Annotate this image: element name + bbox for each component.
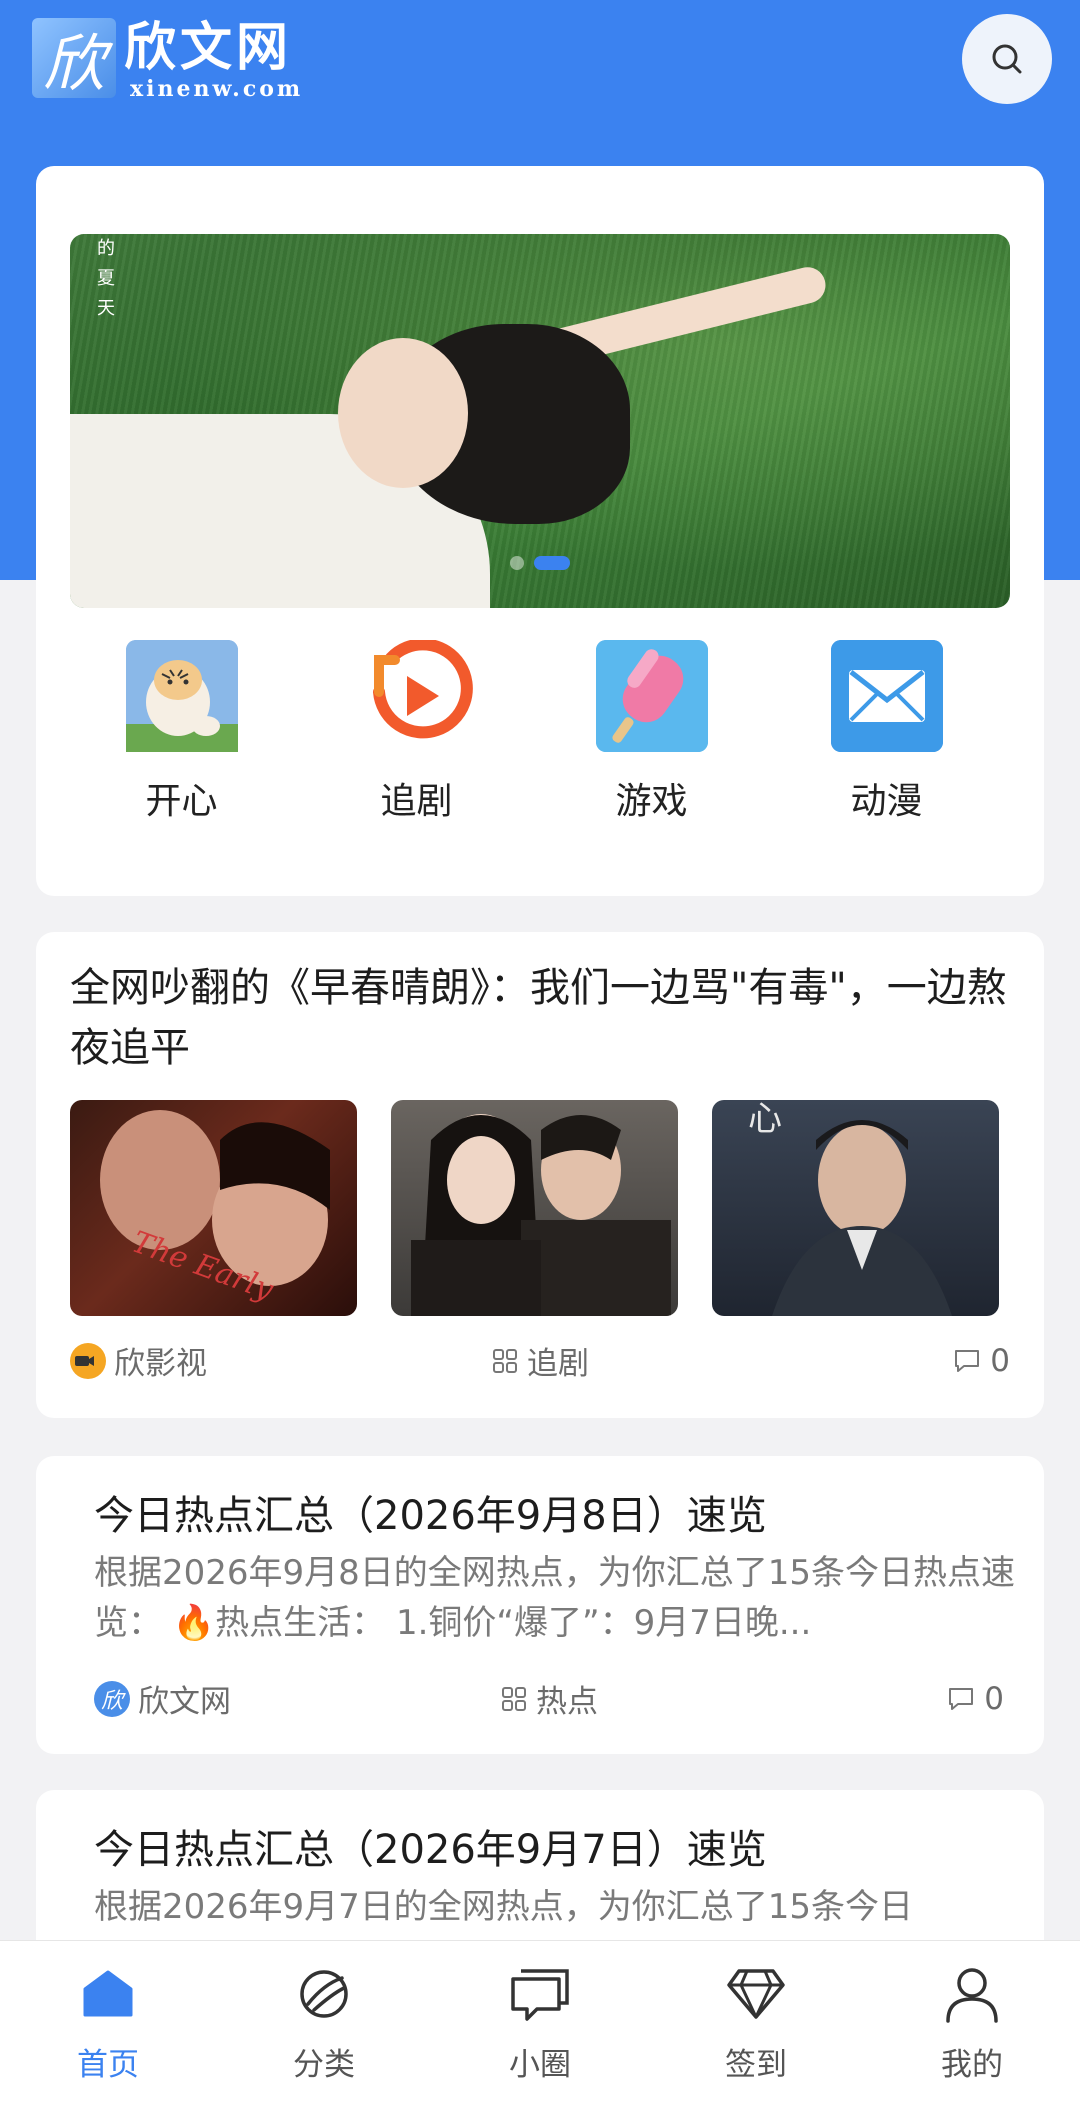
logo-title: 欣文网 <box>124 17 293 78</box>
chat-icon <box>509 1963 571 2025</box>
comment-icon <box>949 1687 974 1710</box>
article-meta: 欣影视 追剧 0 <box>70 1338 1010 1383</box>
thumbnail-image[interactable] <box>391 1100 678 1316</box>
nav-profile[interactable]: 我的 <box>864 1941 1080 2112</box>
grid-icon <box>492 1348 517 1373</box>
news-title[interactable]: 今日热点汇总（2026年9月7日）速览 <box>94 1822 1014 1878</box>
quick-link-anime[interactable]: 动漫 <box>769 640 1004 824</box>
logo-domain: xinenw.com <box>130 76 304 102</box>
nav-circle[interactable]: 小圈 <box>432 1941 648 2112</box>
nav-category[interactable]: 分类 <box>216 1941 432 2112</box>
nav-checkin[interactable]: 签到 <box>648 1941 864 2112</box>
quick-links: 开心 追剧 游戏 动漫 <box>36 640 1044 824</box>
article-source[interactable]: 欣影视 <box>70 1338 383 1383</box>
site-logo-icon: 欣 <box>94 1680 130 1717</box>
nav-home[interactable]: 首页 <box>0 1941 216 2112</box>
user-icon <box>941 1963 1003 2025</box>
app-header: 欣 欣文网 xinenw.com <box>0 0 1080 150</box>
article-card[interactable]: 全网吵翻的《早春晴朗》：我们一边骂"有毒"，一边熬夜追平 The Early 心… <box>36 932 1044 1418</box>
carousel-dot[interactable] <box>510 556 524 570</box>
tiger-icon <box>125 640 238 752</box>
news-meta: 欣 欣文网 热点 0 <box>94 1676 1004 1721</box>
svg-text:心: 心 <box>748 1100 782 1139</box>
banner-carousel[interactable]: 的 夏 天 <box>70 234 1010 608</box>
site-logo[interactable]: 欣 欣文网 xinenw.com <box>32 18 303 100</box>
home-icon <box>77 1963 139 2025</box>
quick-link-happy[interactable]: 开心 <box>64 640 299 824</box>
news-summary: 根据2026年9月8日的全网热点，为你汇总了15条今日热点速览： 🔥热点生活： … <box>94 1553 1016 1643</box>
news-card[interactable]: 今日热点汇总（2026年9月8日）速览 根据2026年9月8日的全网热点，为你汇… <box>36 1456 1044 1754</box>
carousel-dot-active[interactable] <box>534 556 570 570</box>
search-icon <box>992 44 1022 74</box>
thumbnail-image[interactable]: The Early <box>70 1100 357 1316</box>
bottom-navigation: 首页 分类 小圈 签到 我的 <box>0 1940 1080 2112</box>
article-category[interactable]: 追剧 <box>383 1338 696 1383</box>
news-title[interactable]: 今日热点汇总（2026年9月8日）速览 <box>94 1488 1014 1544</box>
logo-mark: 欣 <box>32 18 116 100</box>
quick-link-drama[interactable]: 追剧 <box>299 640 534 824</box>
search-button[interactable] <box>962 14 1052 104</box>
thumbnail-image[interactable]: 心 <box>712 1100 999 1316</box>
article-thumbnails: The Early 心 <box>70 1100 999 1316</box>
diamond-icon <box>725 1963 787 2025</box>
news-comments[interactable]: 0 <box>701 1681 1004 1717</box>
comment-icon <box>955 1349 980 1372</box>
carousel-indicator <box>70 556 1010 570</box>
banner-vertical-text: 的 夏 天 <box>97 238 115 319</box>
mail-icon <box>830 640 943 752</box>
camera-icon <box>70 1342 106 1379</box>
grid-icon <box>501 1686 526 1711</box>
article-comments[interactable]: 0 <box>697 1343 1010 1379</box>
play-icon <box>361 640 473 752</box>
planet-icon <box>293 1963 355 2025</box>
news-source[interactable]: 欣 欣文网 <box>94 1676 397 1721</box>
article-title[interactable]: 全网吵翻的《早春晴朗》：我们一边骂"有毒"，一边熬夜追平 <box>70 958 1014 1078</box>
quick-link-games[interactable]: 游戏 <box>534 640 769 824</box>
popsicle-icon <box>595 640 708 752</box>
featured-card: 的 夏 天 开心 追剧 游戏 动漫 <box>36 166 1044 896</box>
news-category[interactable]: 热点 <box>397 1676 700 1721</box>
